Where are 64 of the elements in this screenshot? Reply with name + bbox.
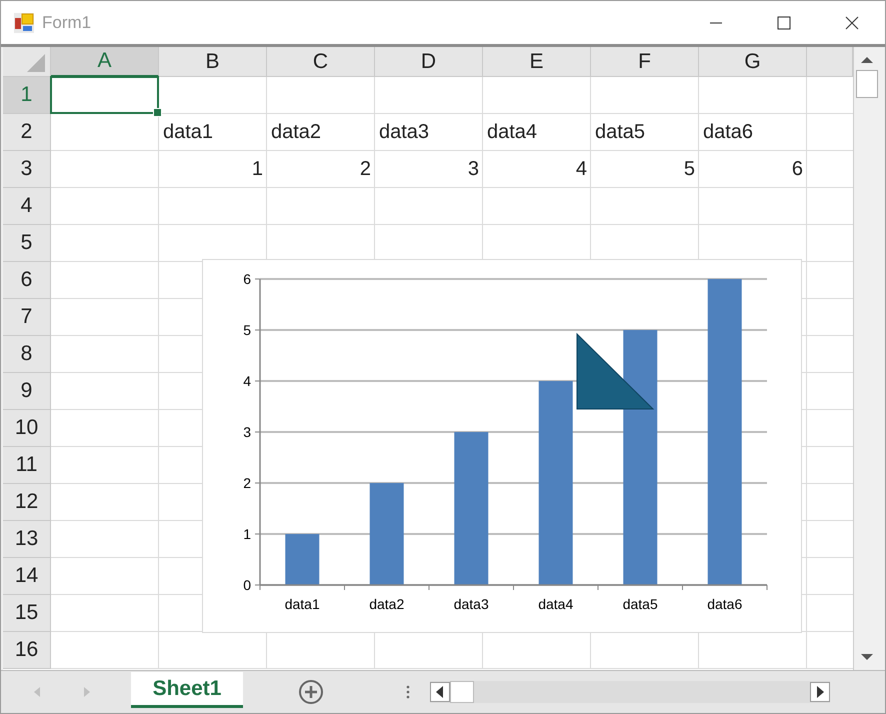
splitter-handle-icon[interactable] <box>406 684 410 700</box>
y-tick-label: 4 <box>243 373 251 389</box>
grid-cell[interactable]: data3 <box>375 114 483 151</box>
grid-cell[interactable]: data6 <box>699 114 807 151</box>
grid-cell[interactable]: 3 <box>375 151 483 188</box>
y-tick-label: 5 <box>243 322 251 338</box>
grid-cell[interactable]: data4 <box>483 114 591 151</box>
sheet-tab[interactable]: Sheet1 <box>131 672 243 708</box>
x-tick-label: data6 <box>707 596 742 612</box>
grid-cell[interactable]: data5 <box>591 114 699 151</box>
column-header[interactable]: G <box>699 47 807 77</box>
x-tick-label: data1 <box>284 596 320 612</box>
row-header[interactable]: 7 <box>3 299 51 336</box>
window-title: Form1 <box>42 12 92 32</box>
column-header[interactable]: C <box>267 47 375 77</box>
row-header[interactable]: 8 <box>3 336 51 373</box>
x-tick-label: data3 <box>454 596 489 612</box>
grid-cell[interactable]: 6 <box>699 151 807 188</box>
column-header[interactable]: E <box>483 47 591 77</box>
grid-cell[interactable]: data1 <box>159 114 267 151</box>
row-header[interactable]: 6 <box>3 262 51 299</box>
row-header[interactable]: 15 <box>3 595 51 632</box>
scroll-thumb[interactable] <box>450 681 474 703</box>
row-header[interactable]: 3 <box>3 151 51 188</box>
row-header[interactable]: 11 <box>3 447 51 484</box>
row-header[interactable]: 2 <box>3 114 51 151</box>
grid-cell[interactable]: 5 <box>591 151 699 188</box>
row-header[interactable]: 12 <box>3 484 51 521</box>
y-tick-label: 6 <box>243 271 251 287</box>
grid-cell[interactable]: data2 <box>267 114 375 151</box>
column-header[interactable]: A <box>51 47 159 77</box>
maximize-icon[interactable] <box>777 16 791 30</box>
scroll-thumb[interactable] <box>856 70 878 98</box>
row-header[interactable]: 13 <box>3 521 51 558</box>
triangle-shape[interactable] <box>576 332 654 410</box>
bar <box>285 534 320 585</box>
y-tick-label: 3 <box>243 424 251 440</box>
grid-cell[interactable]: 1 <box>159 151 267 188</box>
scroll-left-icon[interactable] <box>430 682 450 702</box>
horizontal-scrollbar[interactable] <box>430 681 830 703</box>
active-cell[interactable] <box>50 76 159 114</box>
row-header[interactable]: 4 <box>3 188 51 225</box>
column-header[interactable]: F <box>591 47 699 77</box>
y-tick-label: 0 <box>243 577 251 593</box>
row-header[interactable]: 14 <box>3 558 51 595</box>
column-header[interactable]: B <box>159 47 267 77</box>
y-tick-label: 2 <box>243 475 251 491</box>
row-header[interactable]: 16 <box>3 632 51 669</box>
grid-cell[interactable]: 4 <box>483 151 591 188</box>
row-header[interactable]: 9 <box>3 373 51 410</box>
x-tick-label: data2 <box>369 596 404 612</box>
column-header[interactable]: D <box>375 47 483 77</box>
add-sheet-icon[interactable] <box>298 679 324 705</box>
x-tick-label: data4 <box>538 596 574 612</box>
vertical-scrollbar[interactable] <box>853 47 880 670</box>
grid-cell[interactable]: 2 <box>267 151 375 188</box>
row-header[interactable]: 10 <box>3 410 51 447</box>
app-icon <box>14 12 34 32</box>
scroll-right-icon[interactable] <box>810 682 830 702</box>
y-tick-label: 1 <box>243 526 251 542</box>
close-icon[interactable] <box>845 16 859 30</box>
x-tick-label: data5 <box>622 596 658 612</box>
row-header[interactable]: 1 <box>3 77 51 114</box>
row-header[interactable]: 5 <box>3 225 51 262</box>
